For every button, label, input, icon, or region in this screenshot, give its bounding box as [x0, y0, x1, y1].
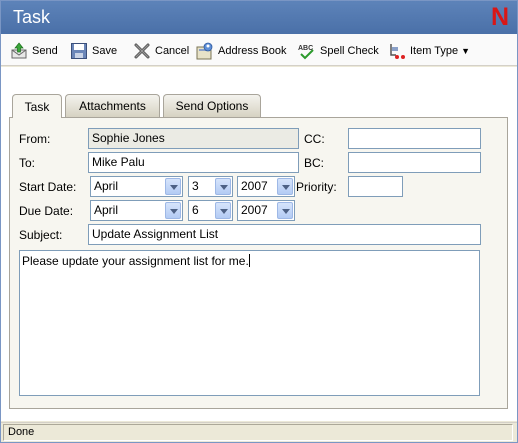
chevron-down-icon	[277, 178, 293, 195]
due-day-value: 6	[192, 203, 199, 217]
start-month-value: April	[94, 179, 119, 193]
cancel-label: Cancel	[155, 45, 190, 57]
save-label: Save	[92, 45, 118, 57]
chevron-down-icon: ▼	[461, 46, 471, 56]
task-content: Task Attachments Send Options From: Soph…	[1, 67, 517, 421]
address-book-button[interactable]: Address Book	[196, 41, 286, 61]
tab-task[interactable]: Task	[12, 94, 62, 118]
chevron-down-icon	[215, 178, 231, 195]
due-year-select[interactable]: 2007	[237, 200, 295, 221]
due-day-select[interactable]: 6	[188, 200, 233, 221]
send-label: Send	[32, 45, 58, 57]
spell-check-button[interactable]: ABC Spell Check	[298, 41, 379, 61]
start-year-select[interactable]: 2007	[237, 176, 295, 197]
chevron-down-icon	[215, 202, 231, 219]
novell-logo-icon: N	[490, 3, 509, 31]
due-month-select[interactable]: April	[90, 200, 183, 221]
due-date-label: Due Date:	[19, 204, 74, 218]
chevron-down-icon	[165, 178, 181, 195]
subject-label: Subject:	[19, 228, 63, 242]
from-field: Sophie Jones	[88, 128, 299, 149]
start-day-value: 3	[192, 179, 199, 193]
cc-label: CC:	[304, 132, 325, 146]
floppy-disk-icon	[70, 42, 88, 60]
chevron-down-icon	[165, 202, 181, 219]
item-type-icon	[388, 42, 406, 60]
due-month-value: April	[94, 203, 119, 217]
to-field[interactable]: Mike Palu	[88, 152, 299, 173]
to-label: To:	[19, 156, 36, 170]
start-day-select[interactable]: 3	[188, 176, 233, 197]
window-title: Task	[13, 7, 51, 27]
message-body-text: Please update your assignment list for m…	[22, 254, 249, 268]
send-icon	[10, 42, 28, 60]
message-body[interactable]: Please update your assignment list for m…	[19, 250, 480, 396]
title-bar: Task N	[1, 1, 517, 34]
item-type-button[interactable]: Item Type ▼	[388, 41, 470, 61]
start-year-value: 2007	[241, 179, 268, 193]
text-cursor	[248, 254, 250, 267]
task-form-panel: From: Sophie Jones CC: To: Mike Palu BC:…	[9, 117, 508, 409]
bc-field[interactable]	[348, 152, 481, 173]
spell-check-label: Spell Check	[320, 45, 379, 57]
status-text: Done	[3, 424, 513, 441]
cc-field[interactable]	[348, 128, 481, 149]
due-year-value: 2007	[241, 203, 268, 217]
task-window: Task N Send Save Cancel Address Book ABC…	[0, 0, 518, 443]
send-button[interactable]: Send	[10, 41, 58, 61]
address-book-label: Address Book	[218, 45, 287, 57]
tab-send-options[interactable]: Send Options	[163, 94, 261, 117]
subject-field[interactable]: Update Assignment List	[88, 224, 481, 245]
toolbar: Send Save Cancel Address Book ABC Spell …	[1, 34, 517, 66]
start-month-select[interactable]: April	[90, 176, 183, 197]
status-bar: Done	[1, 422, 517, 442]
cancel-x-icon	[133, 42, 151, 60]
cancel-button[interactable]: Cancel	[133, 41, 189, 61]
item-type-label: Item Type	[410, 45, 459, 57]
spell-check-icon: ABC	[298, 42, 316, 60]
priority-field[interactable]	[348, 176, 403, 197]
tab-attachments[interactable]: Attachments	[65, 94, 160, 117]
address-book-icon	[196, 42, 214, 60]
start-date-label: Start Date:	[19, 180, 77, 194]
save-button[interactable]: Save	[70, 41, 117, 61]
chevron-down-icon	[277, 202, 293, 219]
priority-label: Priority:	[296, 180, 337, 194]
bc-label: BC:	[304, 156, 325, 170]
from-label: From:	[19, 132, 51, 146]
